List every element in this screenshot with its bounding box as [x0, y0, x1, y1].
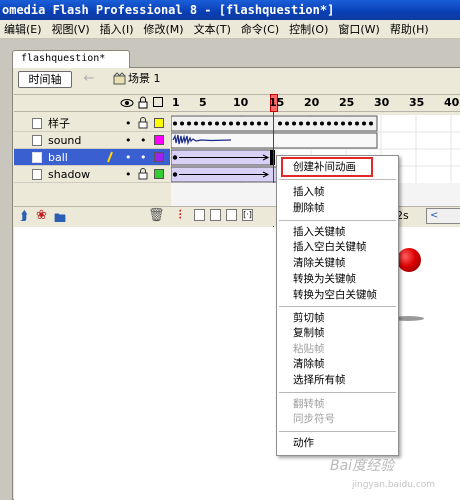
add-layer-icon[interactable]: ⮭	[20, 209, 28, 224]
scene-icon	[113, 72, 126, 85]
menu-edit[interactable]: 编辑(E)	[0, 20, 48, 38]
menu-separator	[279, 306, 396, 307]
layer-color-swatch[interactable]	[154, 135, 164, 145]
layer-row-sound[interactable]: sound • •	[14, 132, 170, 149]
menu-item-insert-blank-keyframe[interactable]: 插入空白关键帧	[293, 240, 367, 254]
menu-item-reverse-frames[interactable]: 翻转帧	[293, 397, 325, 411]
layer-name: shadow	[48, 168, 91, 181]
layer-row-shadow[interactable]: shadow •	[14, 166, 170, 183]
layer-row-yangzi[interactable]: 样子 •	[14, 115, 170, 132]
frame-number: 15	[269, 96, 285, 109]
menu-item-convert-to-keyframes[interactable]: 转换为关键帧	[293, 272, 356, 286]
lock-icon[interactable]	[138, 96, 148, 109]
trash-icon[interactable]: 🗑	[148, 208, 165, 223]
onion-outline-icon[interactable]	[210, 209, 221, 221]
menu-commands[interactable]: 命令(C)	[237, 20, 285, 38]
menu-item-remove-frames[interactable]: 删除帧	[293, 201, 325, 215]
menu-item-clear-frames[interactable]: 清除帧	[293, 357, 325, 371]
menu-text[interactable]: 文本(T)	[190, 20, 237, 38]
menu-separator	[279, 220, 396, 221]
menu-separator	[279, 431, 396, 432]
context-menu: 创建补间动画 插入帧 删除帧 插入关键帧 插入空白关键帧 清除关键帧 转换为关键…	[276, 155, 399, 456]
visibility-dot[interactable]: •	[125, 116, 132, 131]
frame-number: 30	[374, 96, 390, 109]
layer-page-icon	[32, 169, 42, 180]
visibility-dot[interactable]: •	[125, 150, 132, 165]
onion-markers-icon[interactable]: [·]	[242, 209, 253, 221]
lock-icon[interactable]	[138, 117, 148, 129]
layer-name: 样子	[48, 117, 70, 130]
menu-modify[interactable]: 修改(M)	[139, 20, 189, 38]
menu-item-select-all-frames[interactable]: 选择所有帧	[293, 373, 346, 387]
menu-view[interactable]: 视图(V)	[48, 20, 96, 38]
menu-window[interactable]: 窗口(W)	[334, 20, 385, 38]
menu-item-insert-frame[interactable]: 插入帧	[293, 185, 325, 199]
frame-number: 20	[304, 96, 320, 109]
frame-number: 10	[233, 96, 249, 109]
frame-number: 35	[409, 96, 425, 109]
visibility-dot[interactable]: •	[125, 133, 132, 148]
outline-icon[interactable]	[153, 97, 163, 107]
eye-icon[interactable]	[120, 97, 134, 109]
menu-item-insert-keyframe[interactable]: 插入关键帧	[293, 225, 346, 239]
menu-insert[interactable]: 插入(I)	[96, 20, 140, 38]
onion-skin-icon[interactable]	[194, 209, 205, 221]
menu-item-copy-frames[interactable]: 复制帧	[293, 326, 325, 340]
layer-page-icon	[32, 118, 42, 129]
menu-control[interactable]: 控制(O)	[285, 20, 334, 38]
lock-icon[interactable]	[138, 168, 148, 180]
back-arrow-icon[interactable]: ←	[80, 70, 98, 88]
document-tab[interactable]: flashquestion*	[12, 50, 130, 68]
watermark-logo: Bai度经验	[330, 458, 395, 474]
menu-bar: 编辑(E) 视图(V) 插入(I) 修改(M) 文本(T) 命令(C) 控制(O) 窗口(W)…	[0, 20, 460, 39]
layer-color-swatch[interactable]	[154, 152, 164, 162]
menu-item-synchronize-symbols[interactable]: 同步符号	[293, 412, 335, 426]
center-frame-icon[interactable]: ⁝	[178, 207, 182, 223]
window-title: omedia Flash Professional 8 - [flashques…	[0, 0, 460, 20]
timeline-toggle-button[interactable]: 时间轴	[18, 71, 72, 88]
layer-panel-space	[14, 183, 170, 206]
layer-page-icon	[32, 135, 42, 146]
menu-separator	[279, 179, 396, 180]
lock-dot[interactable]: •	[140, 133, 147, 148]
edit-multiple-frames-icon[interactable]	[226, 209, 237, 221]
frame-number: 40	[444, 96, 460, 109]
frame-number: 5	[199, 96, 207, 109]
add-guide-layer-icon[interactable]: ❀	[36, 208, 47, 223]
menu-item-cut-frames[interactable]: 剪切帧	[293, 311, 325, 325]
menu-item-paste-frames[interactable]: 粘贴帧	[293, 342, 325, 356]
lock-dot[interactable]: •	[140, 150, 147, 165]
layer-color-swatch[interactable]	[154, 169, 164, 179]
layer-color-swatch[interactable]	[154, 118, 164, 128]
layer-name: ball	[48, 151, 68, 164]
scene-label[interactable]: 场景 1	[128, 72, 161, 86]
menu-help[interactable]: 帮助(H)	[386, 20, 435, 38]
menu-item-actions[interactable]: 动作	[293, 436, 314, 450]
layer-name: sound	[48, 134, 82, 147]
frame-number: 1	[172, 96, 180, 109]
frame-number: 25	[339, 96, 355, 109]
layer-page-icon	[32, 152, 42, 163]
menu-separator	[279, 392, 396, 393]
layer-row-ball[interactable]: ball • •	[14, 149, 170, 166]
ball-graphic[interactable]	[397, 248, 421, 272]
scroll-left-button[interactable]: <	[426, 208, 460, 224]
highlight-box	[281, 157, 373, 177]
pencil-icon	[107, 151, 113, 163]
menu-item-convert-to-blank-keyframes[interactable]: 转换为空白关键帧	[293, 288, 377, 302]
watermark-url: jingyan.baidu.com	[352, 480, 436, 490]
visibility-dot[interactable]: •	[125, 167, 132, 182]
menu-item-clear-keyframe[interactable]: 清除关键帧	[293, 256, 346, 270]
